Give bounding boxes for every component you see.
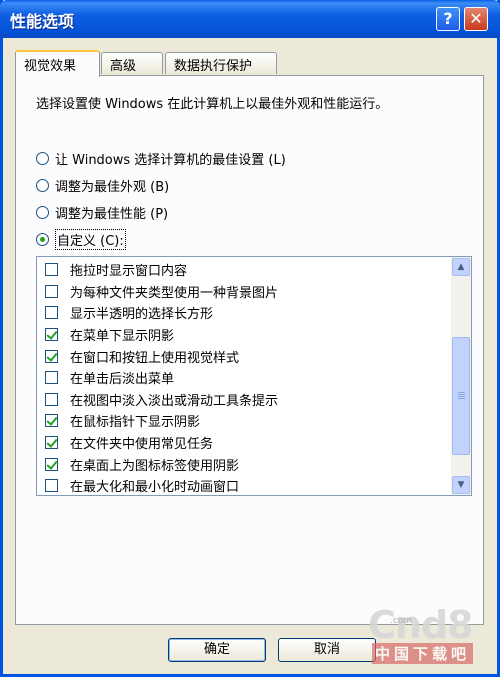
- watermark-domain: .com: [390, 616, 413, 626]
- scroll-down-icon[interactable]: ▼: [452, 476, 470, 494]
- radio-let-windows-choose[interactable]: 让 Windows 选择计算机的最佳设置 (L): [36, 148, 286, 168]
- help-button[interactable]: ?: [436, 7, 460, 31]
- list-item[interactable]: 在窗口和按钮上使用视觉样式: [37, 345, 451, 367]
- checkbox-checked[interactable]: [45, 328, 58, 342]
- radio-best-appearance[interactable]: 调整为最佳外观 (B): [36, 175, 169, 195]
- list-item-label: 在鼠标指针下显示阴影: [70, 415, 201, 431]
- checkbox[interactable]: [45, 392, 58, 406]
- list-item[interactable]: 在鼠标指针下显示阴影: [37, 410, 451, 432]
- checkbox-checked[interactable]: [45, 457, 58, 471]
- list-item-label: 显示半透明的选择长方形: [70, 307, 214, 323]
- list-item-label: 在最大化和最小化时动画窗口: [70, 480, 240, 496]
- scroll-thumb[interactable]: [452, 337, 470, 455]
- radio-label: 自定义 (C):: [55, 228, 126, 250]
- radio-best-performance[interactable]: 调整为最佳性能 (P): [36, 202, 168, 222]
- cancel-button[interactable]: 取消: [278, 638, 376, 662]
- checkbox[interactable]: [45, 284, 58, 298]
- radio-label: 调整为最佳性能 (P): [55, 206, 169, 222]
- radio-indicator[interactable]: [36, 178, 49, 192]
- list-item[interactable]: 在单击后淡出菜单: [37, 367, 451, 389]
- visual-effects-panel: 选择设置使 Windows 在此计算机上以最佳外观和性能运行。 让 Window…: [15, 75, 484, 625]
- ok-button[interactable]: 确定: [168, 638, 266, 662]
- list-item[interactable]: 在菜单下显示阴影: [37, 324, 451, 346]
- checkbox[interactable]: [45, 263, 58, 277]
- vertical-scrollbar[interactable]: ▲ ▼: [451, 257, 471, 495]
- list-item-label: 拖拉时显示窗口内容: [70, 264, 188, 280]
- list-item[interactable]: 拖拉时显示窗口内容: [37, 259, 451, 281]
- list-item[interactable]: 为每种文件夹类型使用一种背景图片: [37, 281, 451, 303]
- list-item[interactable]: 在视图中淡入淡出或滑动工具条提示: [37, 389, 451, 411]
- effects-checklist[interactable]: 拖拉时显示窗口内容 为每种文件夹类型使用一种背景图片 显示半透明的选择长方形 在…: [36, 256, 472, 496]
- list-item[interactable]: 显示半透明的选择长方形: [37, 302, 451, 324]
- close-button[interactable]: ✕: [464, 7, 488, 31]
- list-item-label: 在单击后淡出菜单: [70, 372, 175, 388]
- list-item-label: 在窗口和按钮上使用视觉样式: [70, 350, 240, 366]
- list-item-label: 在视图中淡入淡出或滑动工具条提示: [70, 393, 279, 409]
- list-item-label: 在文件夹中使用常见任务: [70, 437, 214, 453]
- tab-data-execution-prevention[interactable]: 数据执行保护: [165, 52, 277, 74]
- checkbox-checked[interactable]: [45, 349, 58, 363]
- radio-indicator[interactable]: [36, 205, 49, 219]
- grip-icon: [458, 392, 465, 393]
- list-item-label: 为每种文件夹类型使用一种背景图片: [70, 285, 279, 301]
- radio-indicator[interactable]: [36, 151, 49, 165]
- list-item-label: 在菜单下显示阴影: [70, 329, 175, 345]
- watermark-subtitle: 中国下载吧: [372, 643, 474, 664]
- checkbox[interactable]: [45, 371, 58, 385]
- list-item[interactable]: 在桌面上为图标标签使用阴影: [37, 453, 451, 475]
- radio-indicator-selected[interactable]: [36, 232, 49, 246]
- scroll-up-icon[interactable]: ▲: [452, 258, 470, 276]
- tab-visual-effects[interactable]: 视觉效果: [15, 50, 100, 77]
- watermark-logo: Cnd8 .com 中国下载吧: [368, 603, 488, 664]
- list-item[interactable]: 在最大化和最小化时动画窗口: [37, 475, 451, 496]
- list-item[interactable]: 在文件夹中使用常见任务: [37, 432, 451, 454]
- list-item-label: 在桌面上为图标标签使用阴影: [70, 458, 240, 474]
- tab-advanced[interactable]: 高级: [101, 52, 163, 74]
- effects-list: 拖拉时显示窗口内容 为每种文件夹类型使用一种背景图片 显示半透明的选择长方形 在…: [37, 259, 451, 496]
- checkbox[interactable]: [45, 479, 58, 493]
- watermark-text: Cnd8: [368, 603, 474, 647]
- performance-options-dialog: 性能选项 ? ✕ 视觉效果 高级 数据执行保护 选择设置使 Windows 在此…: [0, 0, 500, 677]
- radio-label: 让 Windows 选择计算机的最佳设置 (L): [55, 152, 286, 168]
- checkbox-checked[interactable]: [45, 436, 58, 450]
- title-bar[interactable]: 性能选项 ? ✕: [0, 0, 500, 38]
- checkbox-checked[interactable]: [45, 414, 58, 428]
- description-text: 选择设置使 Windows 在此计算机上以最佳外观和性能运行。: [36, 97, 389, 112]
- radio-label: 调整为最佳外观 (B): [55, 179, 170, 195]
- radio-custom[interactable]: 自定义 (C):: [36, 228, 126, 250]
- checkbox[interactable]: [45, 306, 58, 320]
- window-title: 性能选项: [10, 12, 75, 31]
